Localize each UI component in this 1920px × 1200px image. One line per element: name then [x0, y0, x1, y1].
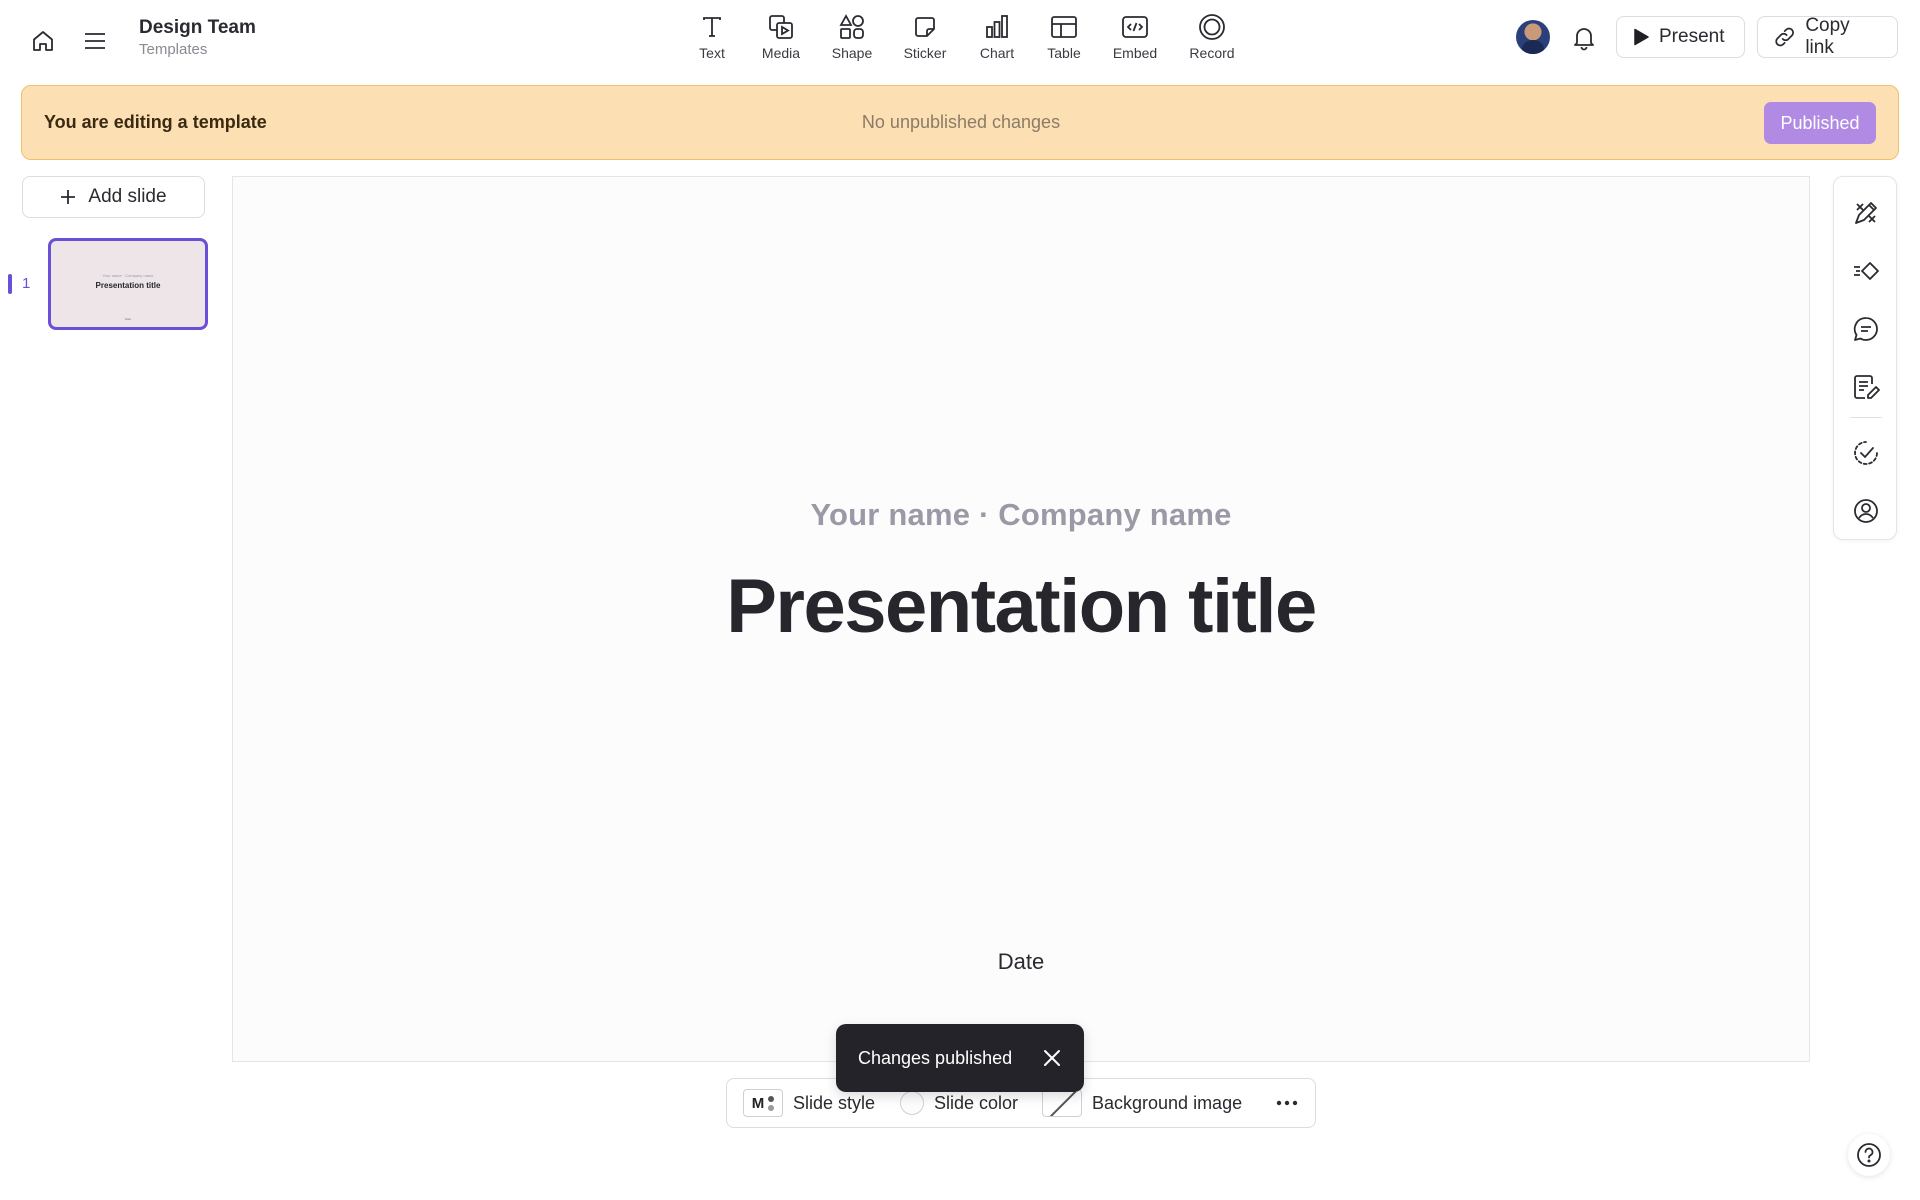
- template-banner: You are editing a template No unpublishe…: [21, 85, 1899, 160]
- tool-label: Embed: [1112, 45, 1158, 61]
- record-icon: [1199, 14, 1225, 40]
- tool-label: Record: [1189, 45, 1235, 61]
- tool-label: Chart: [979, 45, 1015, 61]
- right-tool-panel: [1833, 176, 1897, 540]
- no-background-icon: [1042, 1089, 1082, 1117]
- toast-close-button[interactable]: [1036, 1042, 1068, 1074]
- present-button[interactable]: Present: [1616, 16, 1745, 58]
- tool-label: Sticker: [903, 45, 947, 61]
- comment-icon: [1853, 317, 1878, 341]
- table-icon: [1051, 16, 1077, 38]
- notes-button[interactable]: [1844, 365, 1888, 409]
- tool-text[interactable]: Text: [676, 10, 748, 70]
- tool-label: Shape: [831, 45, 873, 61]
- notes-icon: [1854, 375, 1880, 399]
- slide-canvas[interactable]: Your name · Company name Presentation ti…: [232, 176, 1810, 1062]
- check-circle-icon: [1854, 441, 1878, 465]
- review-button[interactable]: [1844, 431, 1888, 475]
- style-dots-icon: [768, 1095, 775, 1111]
- tool-label: Text: [699, 45, 725, 61]
- slide-date[interactable]: Date: [233, 949, 1809, 975]
- top-bar: Design Team Templates Text Media Shape S…: [0, 0, 1920, 80]
- more-horizontal-icon: [1276, 1100, 1298, 1106]
- help-button[interactable]: [1848, 1134, 1890, 1176]
- slide-subtitle[interactable]: Your name · Company name: [233, 497, 1809, 533]
- tool-label: Table: [1047, 45, 1081, 61]
- tool-label: Media: [761, 45, 801, 61]
- tool-chart[interactable]: Chart: [961, 10, 1033, 70]
- published-button[interactable]: Published: [1764, 102, 1876, 144]
- user-circle-icon: [1854, 499, 1878, 523]
- slide-thumbnail[interactable]: Your name · Company name Presentation ti…: [48, 238, 208, 330]
- design-tools-button[interactable]: [1844, 191, 1888, 235]
- slide-style-badge: M: [743, 1089, 783, 1117]
- question-circle-icon: [1857, 1143, 1881, 1167]
- shape-icon: [839, 14, 864, 39]
- more-options-button[interactable]: [1267, 1087, 1307, 1119]
- slide-style-label: Slide style: [793, 1092, 876, 1113]
- animate-icon: [1854, 262, 1879, 280]
- plus-icon: [61, 190, 76, 204]
- slide-color-label: Slide color: [934, 1092, 1019, 1113]
- play-icon: [1634, 28, 1649, 46]
- slide-number: 1: [22, 275, 31, 292]
- slide-color-swatch: [900, 1091, 924, 1115]
- tool-embed[interactable]: Embed: [1099, 10, 1171, 70]
- sticker-icon: [915, 17, 935, 37]
- bell-icon: [1574, 28, 1594, 51]
- banner-message: You are editing a template: [44, 112, 267, 132]
- toast-message: Changes published: [858, 1048, 1013, 1068]
- copy-link-button[interactable]: Copy link: [1757, 15, 1898, 58]
- tool-media[interactable]: Media: [745, 10, 817, 70]
- present-label: Present: [1659, 26, 1725, 47]
- active-slide-indicator: [8, 274, 12, 294]
- text-icon: [703, 17, 721, 37]
- tool-sticker[interactable]: Sticker: [889, 10, 961, 70]
- notifications-button[interactable]: [1564, 18, 1604, 58]
- add-slide-button[interactable]: Add slide: [22, 176, 205, 218]
- embed-icon: [1122, 16, 1148, 38]
- copy-link-label: Copy link: [1805, 15, 1850, 58]
- animate-button[interactable]: [1844, 249, 1888, 293]
- thumbnail-title: Presentation title: [95, 281, 161, 290]
- add-slide-label: Add slide: [88, 186, 167, 207]
- design-tools-icon: [1855, 202, 1877, 224]
- tool-shape[interactable]: Shape: [816, 10, 888, 70]
- link-icon: [1775, 27, 1794, 47]
- panel-divider: [1850, 417, 1882, 418]
- account-button[interactable]: [1844, 489, 1888, 533]
- comments-button[interactable]: [1844, 307, 1888, 351]
- style-badge-letter: M: [751, 1094, 765, 1112]
- tool-table[interactable]: Table: [1028, 10, 1100, 70]
- avatar[interactable]: [1516, 20, 1550, 54]
- media-icon: [769, 15, 793, 39]
- toast-notification: Changes published: [836, 1024, 1084, 1092]
- chart-icon: [986, 15, 1008, 38]
- tool-record[interactable]: Record: [1176, 10, 1248, 70]
- publish-status: No unpublished changes: [861, 112, 1061, 132]
- thumbnail-subtitle: Your name · Company name: [102, 273, 154, 278]
- slide-title[interactable]: Presentation title: [233, 563, 1809, 650]
- thumbnail-date: Date: [124, 317, 132, 321]
- background-image-label: Background image: [1092, 1092, 1243, 1113]
- close-icon: [1044, 1050, 1060, 1066]
